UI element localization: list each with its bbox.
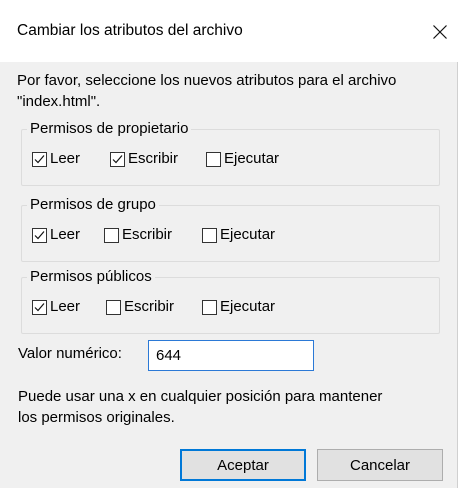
owner-execute-checkbox[interactable]: Ejecutar (206, 148, 279, 170)
checkbox-label: Escribir (122, 226, 173, 243)
checkbox-label: Leer (50, 226, 81, 243)
checkbox-label: Leer (50, 298, 81, 315)
window-title: Cambiar los atributos del archivo (17, 22, 243, 39)
public-write-checkbox[interactable]: Escribir (106, 296, 174, 318)
checkmark-icon (34, 302, 45, 311)
hint-text: Puede usar una x en cualquier posición p… (18, 386, 448, 428)
intro-text: Por favor, seleccione los nuevos atribut… (17, 70, 453, 112)
numeric-value-label: Valor numérico: (18, 345, 122, 362)
checkbox-box (32, 299, 47, 315)
attributes-dialog: Cambiar los atributos del archivo Por fa… (0, 0, 458, 488)
checkbox-box (106, 299, 121, 315)
checkbox-box (32, 151, 47, 167)
close-icon (433, 25, 447, 39)
owner-permissions-group: Permisos de propietario Leer Escribir Ej… (21, 119, 440, 186)
public-permissions-group: Permisos públicos Leer Escribir Ejecutar (21, 267, 440, 334)
group-read-checkbox[interactable]: Leer (32, 224, 80, 246)
checkbox-box (202, 227, 217, 243)
group-write-checkbox[interactable]: Escribir (104, 224, 172, 246)
public-read-checkbox[interactable]: Leer (32, 296, 80, 318)
checkbox-box (206, 151, 221, 167)
checkbox-label: Ejecutar (224, 150, 280, 167)
checkbox-label: Ejecutar (220, 226, 276, 243)
checkbox-label: Escribir (128, 150, 179, 167)
checkmark-icon (34, 230, 45, 239)
intro-line-1: Por favor, seleccione los nuevos atribut… (17, 72, 397, 89)
title-bar: Cambiar los atributos del archivo (0, 0, 458, 62)
checkbox-label: Ejecutar (220, 298, 276, 315)
public-execute-checkbox[interactable]: Ejecutar (202, 296, 275, 318)
group-permissions-group: Permisos de grupo Leer Escribir Ejecutar (21, 195, 440, 262)
checkbox-box (202, 299, 217, 315)
group-legend: Permisos de grupo (27, 195, 159, 215)
owner-write-checkbox[interactable]: Escribir (110, 148, 178, 170)
checkbox-box (32, 227, 47, 243)
checkbox-box (104, 227, 119, 243)
close-button[interactable] (424, 14, 456, 48)
hint-line-2: los permisos originales. (18, 409, 175, 426)
intro-line-2: "index.html". (17, 93, 101, 110)
group-execute-checkbox[interactable]: Ejecutar (202, 224, 275, 246)
numeric-value-input[interactable] (148, 340, 314, 371)
accept-button[interactable]: Aceptar (180, 449, 306, 481)
group-legend: Permisos de propietario (27, 119, 192, 139)
owner-read-checkbox[interactable]: Leer (32, 148, 80, 170)
checkbox-label: Leer (50, 150, 81, 167)
checkbox-box (110, 151, 125, 167)
cancel-button[interactable]: Cancelar (317, 449, 443, 481)
checkmark-icon (112, 154, 123, 163)
checkmark-icon (34, 154, 45, 163)
hint-line-1: Puede usar una x en cualquier posición p… (18, 388, 383, 405)
checkbox-label: Escribir (124, 298, 175, 315)
group-legend: Permisos públicos (27, 267, 155, 287)
